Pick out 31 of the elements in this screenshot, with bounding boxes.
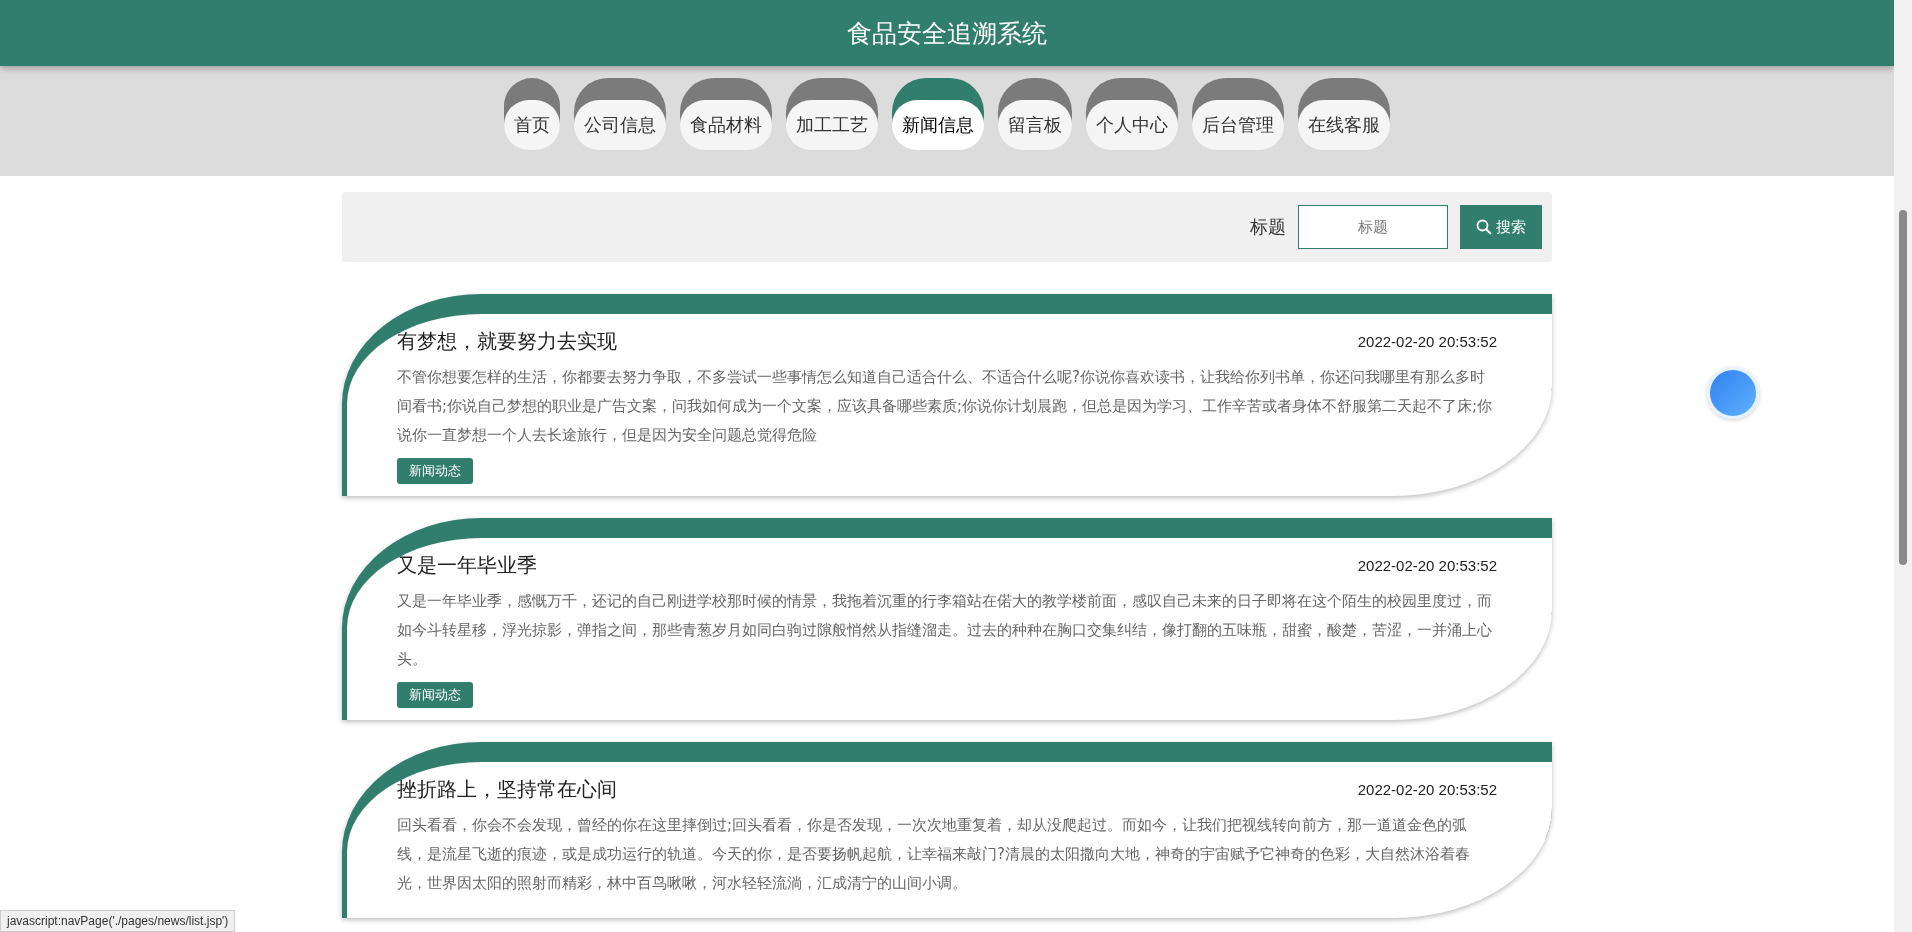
news-summary: 回头看看，你会不会发现，曾经的你在这里摔倒过;回头看看，你是否发现，一次次地重复着，却从没爬起过。而如今，让我们把视线转向前方，那一道道金色的弧线，是流星飞逝的痕迹，或是成功运行的轨道。今天的你，是否要扬帆起航，让幸福来敲门?清晨的太阳撒向大地，神奇的宇宙赋予它神奇的色彩，大自然沐浴着春光，世界因太阳的照射而精彩，林中百鸟啾啾，河水轻轻流淌，汇成清宁的山间小调。 bbox=[397, 815, 1471, 894]
news-title[interactable]: 有梦想，就要努力去实现 bbox=[397, 328, 617, 355]
status-url: javascript:navPage('./pages/news/list.jsp') bbox=[0, 910, 236, 932]
news-card[interactable]: 又是一年毕业季 2022-02-20 20:53:52 又是一年毕业季，感慨万千，还记的自己刚进学校那时候的情景，我拖着沉重的行李箱站在偌大的教学楼前面，感叹自己未来的日子即将在这个陌生的校园里度过，而如今斗转星移，浮光掠影，弹指之间，那些青葱岁月如同白驹过隙般悄然从指缝溜走。过去的种种在胸口交集纠结，像打翻的五味瓶，甜蜜，酸楚，苦涩，一并涌上心头。 新闻动态 bbox=[342, 518, 1552, 720]
scrollbar[interactable] bbox=[1894, 0, 1912, 932]
news-summary: 又是一年毕业季，感慨万千，还记的自己刚进学校那时候的情景，我拖着沉重的行李箱站在偌大的教学楼前面，感叹自己未来的日子即将在这个陌生的校园里度过，而如今斗转星移，浮光掠影，弹指之间，那些青葱岁月如同白驹过隙般悄然从指缝溜走。过去的种种在胸口交集纠结，像打翻的五味瓶，甜蜜，酸楚，苦涩，一并涌上心头。 bbox=[397, 591, 1493, 670]
nav-tab[interactable]: 食品材料 bbox=[680, 78, 772, 150]
nav-tab[interactable]: 首页 bbox=[504, 78, 560, 150]
news-category-tag: 新闻动态 bbox=[397, 682, 473, 708]
floating-service-button[interactable] bbox=[1707, 367, 1759, 419]
nav-tab[interactable]: 个人中心 bbox=[1086, 78, 1178, 150]
search-icon bbox=[1476, 219, 1492, 235]
nav-tab[interactable]: 公司信息 bbox=[574, 78, 666, 150]
news-time: 2022-02-20 20:53:52 bbox=[1357, 557, 1497, 574]
news-time: 2022-02-20 20:53:52 bbox=[1357, 781, 1497, 798]
news-title[interactable]: 挫折路上，坚持常在心间 bbox=[397, 776, 617, 803]
news-summary: 不管你想要怎样的生活，你都要去努力争取，不多尝试一些事情怎么知道自己适合什么、不适合什么呢?你说你喜欢读书，让我给你列书单，你还问我哪里有那么多时间看书;你说自己梦想的职业是广告文案，问我如何成为一个文案，应该具备哪些素质;你说你计划晨跑，但总是因为学习、工作辛苦或者身体不舒服第二天起不了床;你说你一直梦想一个人去长途旅行，但是因为安全问题总觉得危险 bbox=[397, 367, 1494, 446]
nav-tab[interactable]: 新闻信息 bbox=[892, 78, 984, 150]
nav-tab[interactable]: 在线客服 bbox=[1298, 78, 1390, 150]
news-time: 2022-02-20 20:53:52 bbox=[1357, 333, 1497, 350]
news-category-tag: 新闻动态 bbox=[397, 458, 473, 484]
site-title: 食品安全追溯系统 bbox=[847, 17, 1047, 50]
news-card[interactable] bbox=[342, 742, 1552, 918]
search-label: 标题 bbox=[1250, 215, 1286, 239]
news-title[interactable]: 又是一年毕业季 bbox=[397, 552, 537, 579]
search-button[interactable]: 搜索 bbox=[1460, 205, 1542, 249]
title-search-field[interactable]: 标题 bbox=[1298, 205, 1448, 249]
nav-tab[interactable]: 留言板 bbox=[998, 78, 1072, 150]
nav-tab[interactable]: 后台管理 bbox=[1192, 78, 1284, 150]
news-card[interactable] bbox=[342, 294, 1552, 496]
nav-tab[interactable]: 加工工艺 bbox=[786, 78, 878, 150]
